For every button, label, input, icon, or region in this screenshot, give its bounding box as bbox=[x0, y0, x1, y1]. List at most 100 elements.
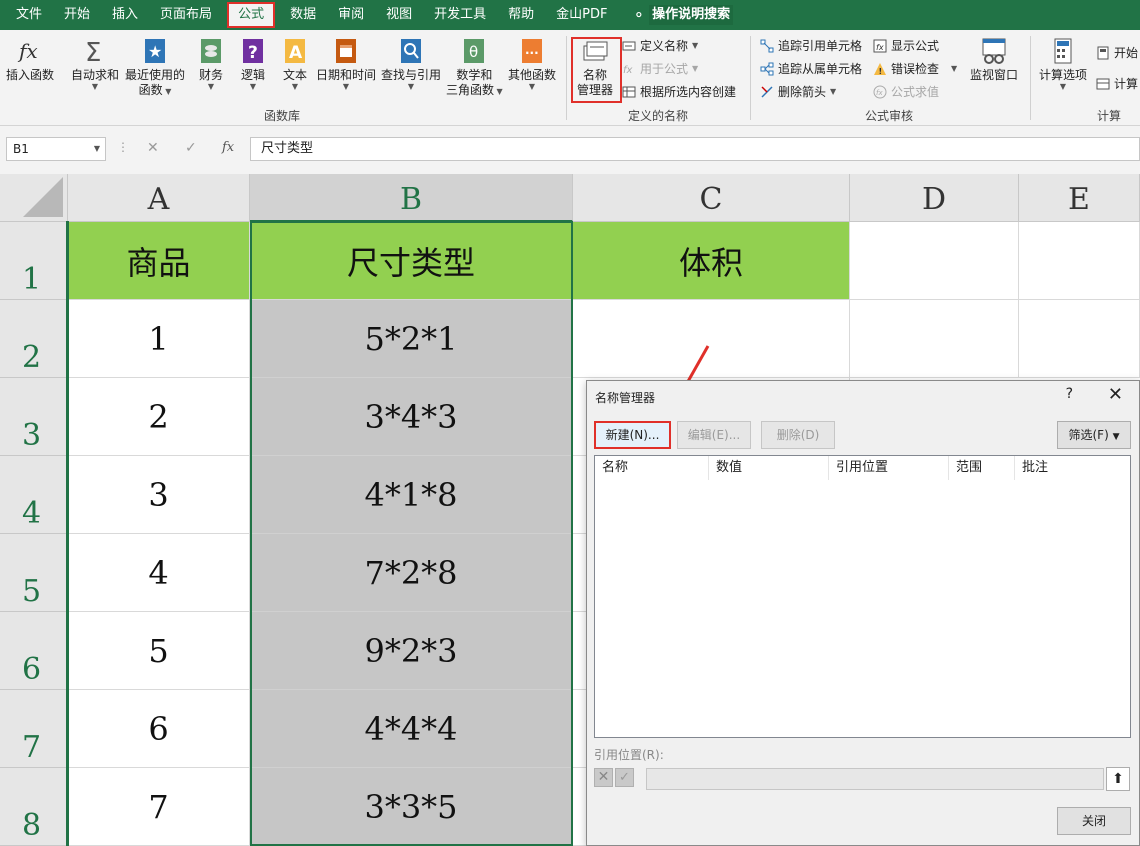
cell-b2[interactable]: 5*2*1 bbox=[250, 300, 573, 378]
row-header-5[interactable]: 5 bbox=[0, 534, 68, 612]
insert-function-icon[interactable]: fx bbox=[222, 140, 234, 155]
recently-used-button[interactable]: ★ 最近使用的 函数 ▼ bbox=[125, 36, 185, 98]
tab-home[interactable]: 开始 bbox=[53, 0, 101, 30]
cell-e2[interactable] bbox=[1019, 300, 1140, 378]
calculation-options-button[interactable]: 计算选项 ▼ bbox=[1039, 36, 1087, 91]
tell-me-search[interactable]: 操作说明搜索 bbox=[649, 5, 734, 25]
trace-dependents-button[interactable]: 追踪从属单元格 bbox=[760, 61, 862, 77]
tag-icon bbox=[622, 41, 636, 51]
row-header-3[interactable]: 3 bbox=[0, 378, 68, 456]
row-header-7[interactable]: 7 bbox=[0, 690, 68, 768]
cell-a3[interactable]: 2 bbox=[68, 378, 250, 456]
more-functions-button[interactable]: ... 其他函数 ▼ bbox=[508, 36, 556, 91]
confirm-icon[interactable]: ✓ bbox=[185, 140, 197, 156]
insert-function-button[interactable]: fx 插入函数 bbox=[6, 36, 54, 83]
edit-name-button[interactable]: 编辑(E)... bbox=[677, 421, 751, 449]
row-header-1[interactable]: 1 bbox=[0, 222, 68, 300]
cell-a4[interactable]: 3 bbox=[68, 456, 250, 534]
delete-name-button[interactable]: 删除(D) bbox=[761, 421, 835, 449]
define-name-button[interactable]: 定义名称 ▼ bbox=[622, 38, 698, 54]
column-header-c[interactable]: C bbox=[573, 174, 850, 222]
cell-a5[interactable]: 4 bbox=[68, 534, 250, 612]
cell-c1[interactable]: 体积 bbox=[573, 222, 850, 300]
refers-to-input[interactable] bbox=[646, 768, 1104, 790]
cancel-icon[interactable]: ✕ bbox=[147, 140, 159, 156]
datetime-button[interactable]: 日期和时间 ▼ bbox=[316, 36, 376, 91]
row-header-8[interactable]: 8 bbox=[0, 768, 68, 846]
tab-help[interactable]: 帮助 bbox=[497, 0, 545, 30]
math-trig-button[interactable]: θ 数学和 三角函数 ▼ bbox=[446, 36, 503, 98]
row-header-6[interactable]: 6 bbox=[0, 612, 68, 690]
close-button[interactable]: 关闭 bbox=[1057, 807, 1131, 835]
column-header-d[interactable]: D bbox=[850, 174, 1019, 222]
row-header-2[interactable]: 2 bbox=[0, 300, 68, 378]
cell-a6[interactable]: 5 bbox=[68, 612, 250, 690]
cell-b3[interactable]: 3*4*3 bbox=[250, 378, 573, 456]
calculate-sheet-button[interactable]: 计算 bbox=[1096, 76, 1138, 92]
autosum-button[interactable]: Σ 自动求和 ▼ bbox=[71, 36, 119, 91]
cell-a2[interactable]: 1 bbox=[68, 300, 250, 378]
cell-b6[interactable]: 9*2*3 bbox=[250, 612, 573, 690]
collapse-dialog-icon[interactable]: ⬆ bbox=[1106, 767, 1130, 791]
chevron-down-icon: ▼ bbox=[91, 82, 99, 91]
names-list[interactable]: 名称 数值 引用位置 范围 批注 bbox=[594, 455, 1131, 738]
text-functions-button[interactable]: A 文本 ▼ bbox=[280, 36, 310, 91]
row-header-4[interactable]: 4 bbox=[0, 456, 68, 534]
ribbon-separator bbox=[750, 36, 751, 120]
column-name[interactable]: 名称 bbox=[595, 456, 709, 480]
financial-button[interactable]: 财务 ▼ bbox=[196, 36, 226, 91]
column-value[interactable]: 数值 bbox=[709, 456, 829, 480]
confirm-icon[interactable]: ✓ bbox=[615, 768, 634, 787]
tab-page-layout[interactable]: 页面布局 bbox=[149, 0, 223, 30]
tab-developer[interactable]: 开发工具 bbox=[423, 0, 497, 30]
use-in-formula-button[interactable]: fx 用于公式 ▼ bbox=[622, 61, 698, 77]
remove-arrows-button[interactable]: 删除箭头 ▼ bbox=[760, 84, 836, 100]
tab-data[interactable]: 数据 bbox=[279, 0, 327, 30]
help-icon[interactable]: ? bbox=[1066, 386, 1073, 402]
tab-formulas[interactable]: 公式 bbox=[227, 2, 276, 28]
column-comment[interactable]: 批注 bbox=[1015, 456, 1130, 480]
cell-a8[interactable]: 7 bbox=[68, 768, 250, 846]
select-all-corner[interactable] bbox=[0, 174, 68, 222]
tab-file[interactable]: 文件 bbox=[0, 0, 53, 30]
cell-d1[interactable] bbox=[850, 222, 1019, 300]
cell-a1[interactable]: 商品 bbox=[68, 222, 250, 300]
column-header-e[interactable]: E bbox=[1019, 174, 1140, 222]
tab-view[interactable]: 视图 bbox=[375, 0, 423, 30]
cell-b1[interactable]: 尺寸类型 bbox=[250, 222, 573, 300]
formula-input[interactable]: 尺寸类型 bbox=[250, 137, 1140, 161]
name-box[interactable]: B1 ▼ bbox=[6, 137, 106, 161]
tab-kingsoft-pdf[interactable]: 金山PDF bbox=[545, 0, 618, 30]
close-icon[interactable]: ✕ bbox=[1108, 384, 1123, 405]
create-from-selection-button[interactable]: 根据所选内容创建 bbox=[622, 84, 736, 100]
question-book-icon: ? bbox=[243, 39, 263, 63]
fx-small-icon: fx bbox=[623, 65, 633, 76]
column-refers-to[interactable]: 引用位置 bbox=[829, 456, 949, 480]
new-name-button[interactable]: 新建(N)... bbox=[594, 421, 671, 449]
column-header-b[interactable]: B bbox=[250, 174, 573, 222]
cell-b5[interactable]: 7*2*8 bbox=[250, 534, 573, 612]
svg-text:θ: θ bbox=[469, 43, 478, 61]
svg-text:★: ★ bbox=[148, 42, 162, 61]
evaluate-formula-button[interactable]: fx 公式求值 bbox=[873, 84, 939, 100]
column-header-a[interactable]: A bbox=[68, 174, 250, 222]
cell-b7[interactable]: 4*4*4 bbox=[250, 690, 573, 768]
calculate-now-button[interactable]: 开始 bbox=[1096, 45, 1138, 61]
cell-e1[interactable] bbox=[1019, 222, 1140, 300]
error-checking-button[interactable]: ! 错误检查 ▼ bbox=[873, 61, 957, 77]
cancel-icon[interactable]: ✕ bbox=[594, 768, 613, 787]
tab-review[interactable]: 审阅 bbox=[327, 0, 375, 30]
filter-button[interactable]: 筛选(F) ▼ bbox=[1057, 421, 1131, 449]
cell-b4[interactable]: 4*1*8 bbox=[250, 456, 573, 534]
show-formulas-button[interactable]: fx 显示公式 bbox=[873, 38, 939, 54]
logical-button[interactable]: ? 逻辑 ▼ bbox=[238, 36, 268, 91]
cell-d2[interactable] bbox=[850, 300, 1019, 378]
trace-precedents-button[interactable]: 追踪引用单元格 bbox=[760, 38, 862, 54]
watch-window-button[interactable]: 监视窗口 bbox=[970, 36, 1018, 83]
chevron-down-icon: ▼ bbox=[407, 82, 415, 91]
lookup-reference-button[interactable]: 查找与引用 ▼ bbox=[381, 36, 441, 91]
cell-a7[interactable]: 6 bbox=[68, 690, 250, 768]
cell-b8[interactable]: 3*3*5 bbox=[250, 768, 573, 846]
tab-insert[interactable]: 插入 bbox=[101, 0, 149, 30]
column-scope[interactable]: 范围 bbox=[949, 456, 1015, 480]
